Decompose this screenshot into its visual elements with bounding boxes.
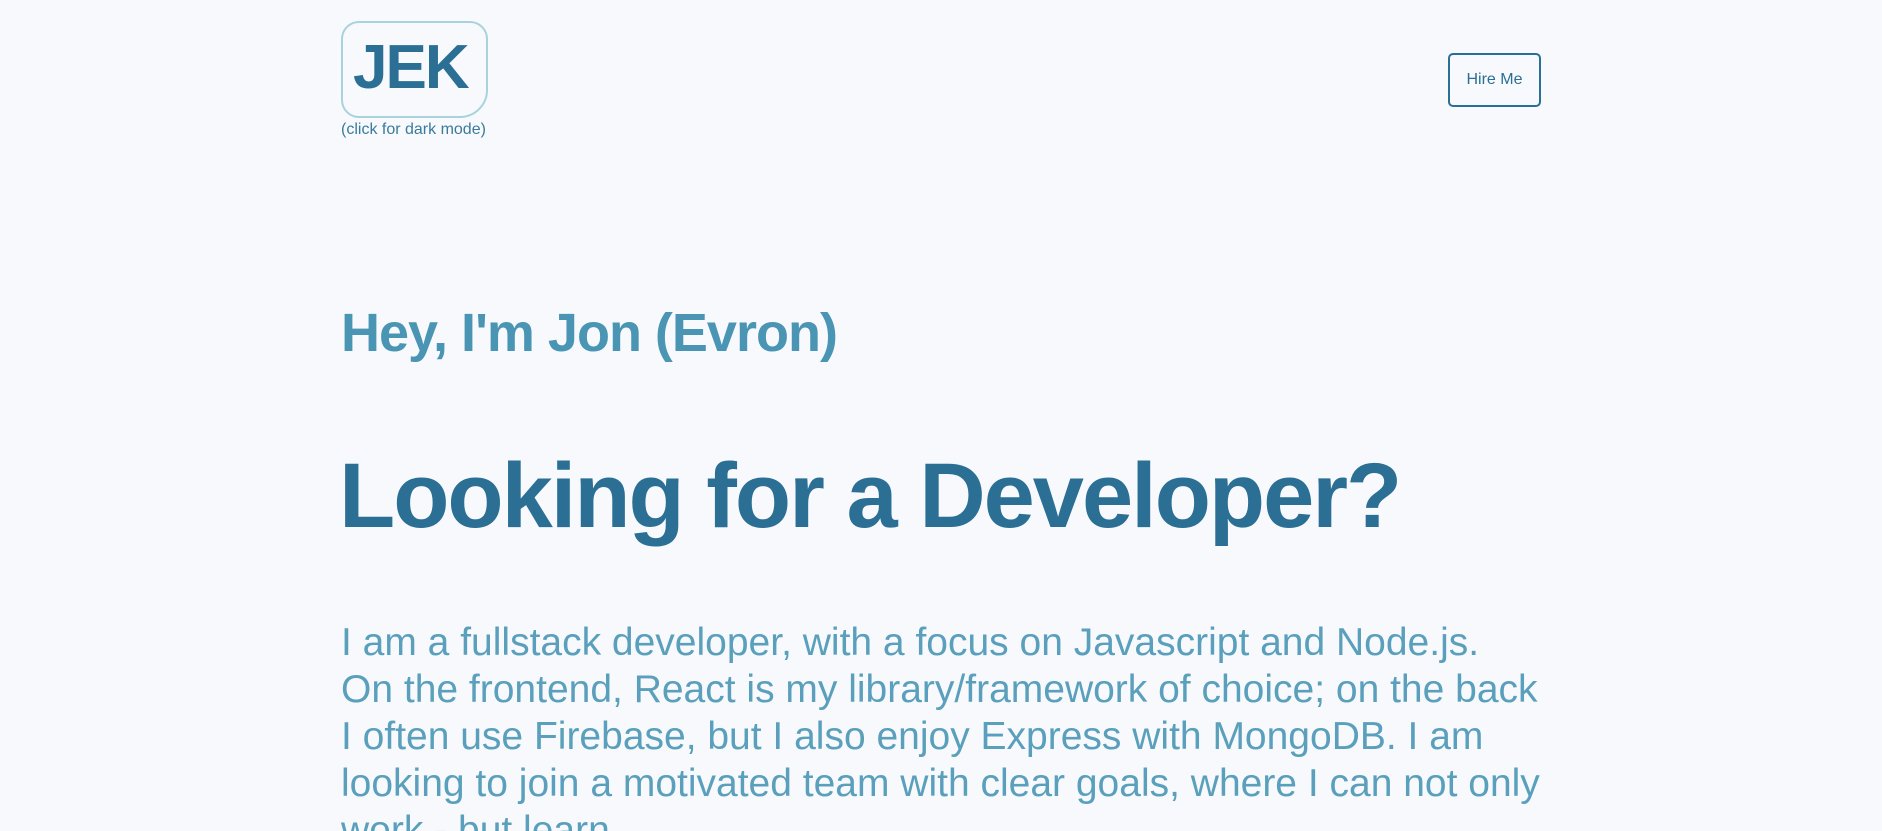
dark-mode-hint[interactable]: (click for dark mode) xyxy=(341,121,486,139)
page-title: Looking for a Developer? xyxy=(339,445,1402,547)
logo-dark-mode-toggle[interactable]: JEK xyxy=(341,21,488,118)
logo-text: JEK xyxy=(353,33,470,102)
greeting-heading: Hey, I'm Jon (Evron) xyxy=(341,303,838,363)
intro-paragraph: I am a fullstack developer, with a focus… xyxy=(341,621,1540,831)
site-header: JEK (click for dark mode) Hire Me xyxy=(341,21,1541,141)
page: JEK (click for dark mode) Hire Me Hey, I… xyxy=(0,0,1882,831)
hire-me-button[interactable]: Hire Me xyxy=(1448,53,1541,107)
